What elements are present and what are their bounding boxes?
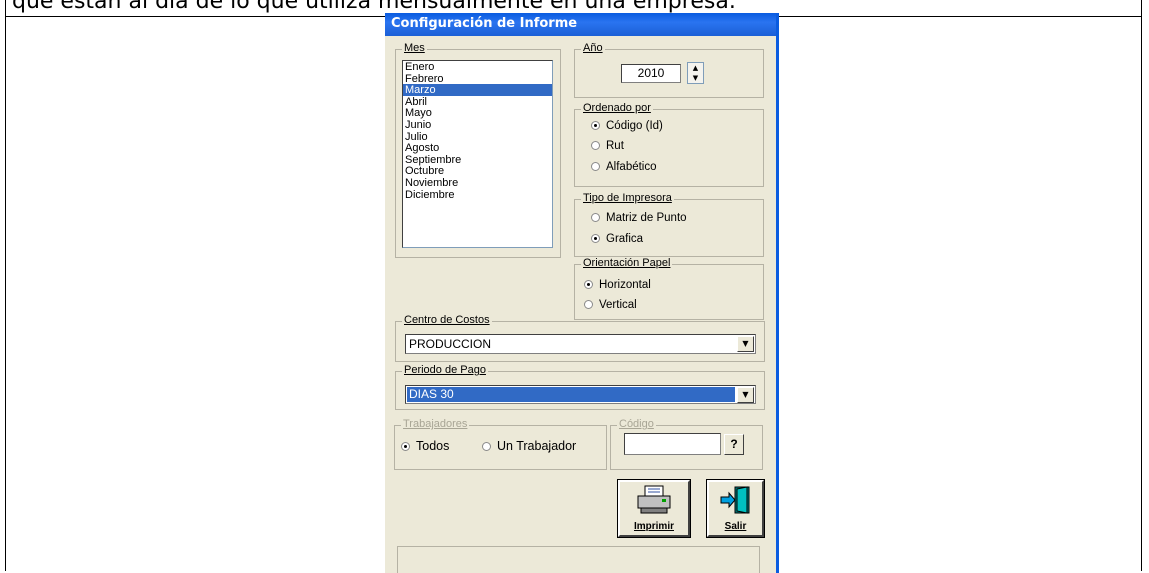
mes-legend: Mes xyxy=(402,42,427,54)
radio-alfabetico[interactable]: Alfabético xyxy=(591,161,657,173)
radio-rut[interactable]: Rut xyxy=(591,140,624,152)
periodo-pago-value: DIAS 30 xyxy=(409,387,454,401)
radio-grafica[interactable]: Grafica xyxy=(591,233,643,245)
radio-label: Alfabético xyxy=(606,161,657,173)
list-item[interactable]: Octubre xyxy=(403,165,552,177)
printer-icon xyxy=(637,485,671,514)
list-item[interactable]: Noviembre xyxy=(403,177,552,189)
radio-selected-icon xyxy=(591,121,600,130)
salir-label: Salir xyxy=(724,521,747,532)
radio-horizontal[interactable]: Horizontal xyxy=(584,279,651,291)
radio-label: Rut xyxy=(606,140,624,152)
question-icon: ? xyxy=(730,437,738,451)
radio-empty-icon xyxy=(591,213,600,222)
radio-empty-icon xyxy=(591,141,600,150)
list-item[interactable]: Febrero xyxy=(403,73,552,85)
list-item[interactable]: Junio xyxy=(403,119,552,131)
radio-label: Todos xyxy=(416,439,450,453)
mes-listbox[interactable]: Enero Febrero Marzo Abril Mayo Junio Julio Agos… xyxy=(402,60,553,248)
trabajadores-legend: Trabajadores xyxy=(401,418,470,430)
periodo-pago-select[interactable]: DIAS 30 ▼ xyxy=(405,385,756,404)
radio-selected-icon xyxy=(584,280,593,289)
tipo-impresora-legend: Tipo de Impresora xyxy=(581,192,674,204)
background-document-text: que están al día de lo que utiliza mensu… xyxy=(12,0,736,14)
radio-label: Grafica xyxy=(606,233,644,245)
radio-label: Un Trabajador xyxy=(497,439,577,453)
dialog-title: Configuración de Informe xyxy=(391,16,578,31)
list-item[interactable]: Septiembre xyxy=(403,154,552,166)
radio-todos[interactable]: Todos xyxy=(401,439,449,453)
page-border-right xyxy=(1141,0,1142,571)
list-item[interactable]: Enero xyxy=(403,61,552,73)
codigo-legend: Código xyxy=(617,418,656,430)
orientacion-papel-legend: Orientación Papel xyxy=(581,257,673,269)
tipo-impresora-group: Tipo de Impresora xyxy=(574,192,764,257)
radio-codigo[interactable]: Código (Id) xyxy=(591,120,663,132)
list-item[interactable]: Mayo xyxy=(403,107,552,119)
imprimir-button[interactable]: Imprimir xyxy=(617,479,691,538)
codigo-input[interactable] xyxy=(624,433,721,455)
anio-value: 2010 xyxy=(637,66,665,80)
radio-empty-icon xyxy=(591,162,600,171)
radio-selected-icon xyxy=(401,442,410,451)
periodo-pago-legend: Periodo de Pago xyxy=(402,364,488,376)
imprimir-label: Imprimir xyxy=(633,521,674,532)
centro-costos-value: PRODUCCION xyxy=(409,337,492,351)
radio-label: Horizontal xyxy=(599,279,651,291)
exit-door-icon xyxy=(720,486,750,514)
spin-up-icon[interactable]: ▲ xyxy=(688,63,703,73)
radio-empty-icon xyxy=(584,300,593,309)
status-panel xyxy=(397,546,760,573)
chevron-down-icon[interactable]: ▼ xyxy=(737,336,754,352)
page-border-left xyxy=(5,0,6,571)
radio-empty-icon xyxy=(482,442,491,451)
radio-selected-icon xyxy=(591,234,600,243)
list-item[interactable]: Abril xyxy=(403,96,552,108)
list-item[interactable]: Agosto xyxy=(403,142,552,154)
salir-button[interactable]: Salir xyxy=(706,479,765,538)
centro-costos-select[interactable]: PRODUCCION ▼ xyxy=(405,334,756,354)
spin-down-icon[interactable]: ▼ xyxy=(688,73,703,83)
window-border xyxy=(776,13,779,573)
orientacion-papel-group: Orientación Papel xyxy=(574,257,764,320)
radio-label: Vertical xyxy=(599,299,637,311)
anio-input[interactable]: 2010 xyxy=(621,64,681,83)
radio-un-trabajador[interactable]: Un Trabajador xyxy=(482,439,576,453)
anio-legend: Año xyxy=(581,42,605,54)
list-item[interactable]: Diciembre xyxy=(403,189,552,201)
ordenado-por-legend: Ordenado por xyxy=(581,102,653,114)
centro-costos-legend: Centro de Costos xyxy=(402,314,492,326)
list-item[interactable]: Julio xyxy=(403,131,552,143)
report-config-dialog: Configuración de Informe Mes Enero Febrer… xyxy=(385,13,779,573)
list-item[interactable]: Marzo xyxy=(403,84,552,96)
title-bar[interactable]: Configuración de Informe xyxy=(385,13,779,36)
radio-label: Código (Id) xyxy=(606,120,663,132)
radio-vertical[interactable]: Vertical xyxy=(584,299,637,311)
chevron-down-icon[interactable]: ▼ xyxy=(737,387,754,403)
selection-highlight xyxy=(407,387,735,402)
radio-label: Matriz de Punto xyxy=(606,212,687,224)
radio-matriz-de-punto[interactable]: Matriz de Punto xyxy=(591,212,687,224)
codigo-lookup-button[interactable]: ? xyxy=(724,434,744,455)
anio-spinner[interactable]: ▲ ▼ xyxy=(687,62,704,84)
